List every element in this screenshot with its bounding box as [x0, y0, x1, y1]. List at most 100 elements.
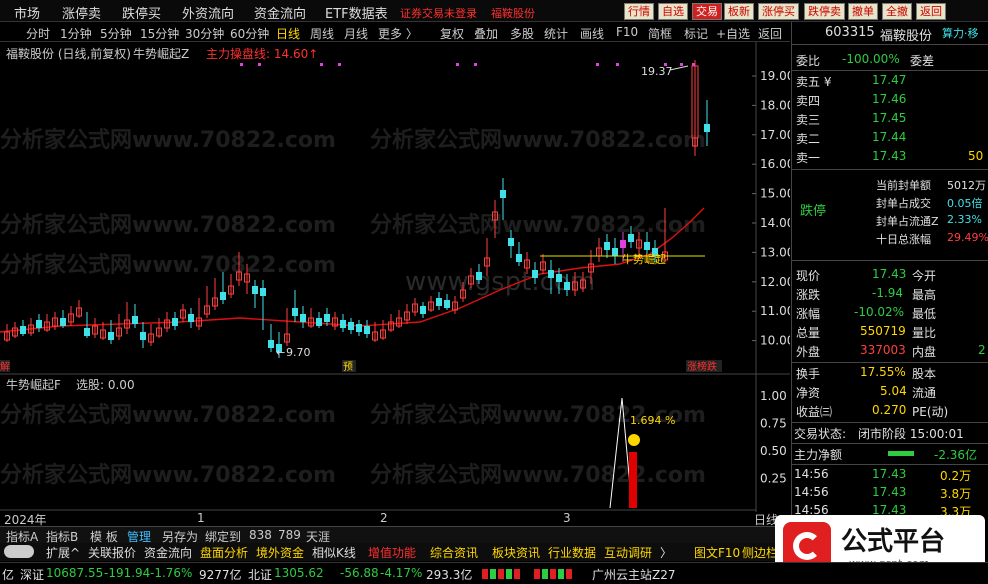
sub-tick-label: 0.50 [760, 444, 787, 458]
period-tab[interactable]: 周线 [310, 25, 334, 42]
x-label-2: 2 [380, 511, 388, 525]
ask1-vol: 50 [968, 149, 984, 163]
btn-limit-up-buy[interactable]: 涨停买 [758, 3, 799, 20]
candle-body [132, 316, 138, 324]
candle-body [172, 318, 178, 326]
tab-research[interactable]: 互动调研 [604, 544, 652, 561]
candle-body [476, 272, 482, 280]
stat2-label: 换手 [796, 367, 821, 381]
tool-f10[interactable]: F10 [616, 25, 638, 39]
y-tick-label: 14.00 [760, 216, 790, 230]
candle-body [356, 324, 362, 332]
ask1-price: 17.43 [872, 149, 907, 163]
kline-chart[interactable]: 分析家公式网www.70822.com 分析家公式网www.70822.com 分析… [0, 42, 790, 526]
btn-cancel-all[interactable]: 全撤 [882, 3, 912, 20]
candle-body [604, 242, 610, 250]
tab-overseas-fund[interactable]: 境外资金 [256, 544, 304, 561]
menu-market[interactable]: 市场 [14, 3, 40, 22]
y-tick-label: 19.00 [760, 69, 790, 83]
y-tick-label: 12.00 [760, 275, 790, 289]
btn-new-board[interactable]: 板新 [724, 3, 754, 20]
market-breadth-bars [534, 569, 574, 579]
pink-dot [474, 63, 477, 66]
candle-body [324, 314, 330, 322]
tab-fund-flow[interactable]: 资金流向 [144, 544, 192, 561]
candle-body [108, 332, 114, 340]
period-tab[interactable]: 30分钟 [185, 25, 224, 42]
tab-industry-data[interactable]: 行业数据 [548, 544, 596, 561]
tab-news[interactable]: 综合资讯 [430, 544, 478, 561]
tab-789[interactable]: 789 [278, 528, 301, 542]
period-more[interactable]: 更多 〉 [378, 25, 418, 42]
period-tab[interactable]: 月线 [344, 25, 368, 42]
tool-multi[interactable]: 多股 [510, 25, 534, 42]
status-prefix: 亿 [2, 568, 15, 582]
tool-overlay[interactable]: 叠加 [474, 25, 498, 42]
period-tab[interactable]: 15分钟 [140, 25, 179, 42]
tab-market-analysis[interactable]: 盘面分析 [200, 544, 248, 561]
pink-dot [456, 63, 459, 66]
menu-limit-down-buy[interactable]: 跌停买 [122, 3, 161, 22]
stat-value: 337003 [860, 343, 906, 357]
extension-tabs: 扩展^ 关联报价 资金流向 盘面分析 境外资金 相似K线 增值功能 综合资讯 板… [0, 543, 790, 561]
tab-value-added[interactable]: 增值功能 [368, 544, 416, 561]
stat-label: 今开 [912, 269, 937, 283]
period-tab[interactable]: 1分钟 [60, 25, 92, 42]
tab-related-quote[interactable]: 关联报价 [88, 544, 136, 561]
stat-label: 最高 [912, 288, 937, 302]
marker-right: 涨榜跌 [687, 360, 717, 373]
sub-tick-label: 0.25 [760, 472, 787, 486]
toggle-switch[interactable] [4, 545, 34, 558]
tool-add-watch[interactable]: +自选 [716, 25, 750, 42]
watermark-text: 分析家公式网www.70822.com [0, 127, 336, 153]
menu-limit-up-sell[interactable]: 涨停卖 [62, 3, 101, 22]
tool-stats[interactable]: 统计 [544, 25, 568, 42]
stat2-label: 流通 [912, 386, 937, 400]
net-bar [888, 451, 914, 456]
btn-limit-down-sell[interactable]: 跌停卖 [804, 3, 845, 20]
menu-foreign-flow[interactable]: 外资流向 [182, 3, 234, 22]
tool-back[interactable]: 返回 [758, 25, 782, 42]
tool-simple[interactable]: 简框 [648, 25, 672, 42]
period-tab[interactable]: 60分钟 [230, 25, 269, 42]
y-tick-label: 18.00 [760, 98, 790, 112]
btn-watchlist[interactable]: 自选 [658, 3, 688, 20]
candle-body [612, 248, 618, 256]
compute-tool[interactable]: 算力·移 [942, 25, 979, 41]
candle-body [140, 332, 146, 340]
candle-body [364, 326, 370, 334]
btn-back[interactable]: 返回 [916, 3, 946, 20]
watermark-text: 分析家公式网www.70822.com [370, 212, 706, 238]
tab-f10[interactable]: 图文F10 [694, 544, 740, 561]
tab-extend[interactable]: 扩展^ [46, 544, 80, 561]
stat-value: 550719 [860, 324, 906, 338]
candle-body [268, 340, 274, 348]
period-tab[interactable]: 5分钟 [100, 25, 132, 42]
pink-dot-markers [240, 63, 695, 66]
candle-body [444, 300, 450, 308]
high-label: 19.37 [641, 65, 673, 78]
tab-sector-news[interactable]: 板块资讯 [492, 544, 540, 561]
limit-row-label: 封单占成交 [876, 197, 931, 210]
stat-label: 最低 [912, 307, 937, 321]
tool-restore[interactable]: 复权 [440, 25, 464, 42]
btn-cancel[interactable]: 撤单 [848, 3, 878, 20]
period-tab-active[interactable]: 日线 [276, 25, 300, 42]
sz-value: 10687.55 [46, 566, 104, 580]
stat-label: 涨跌 [796, 288, 821, 302]
tab-sidebar[interactable]: 侧边栏 [742, 544, 778, 561]
tab-similar-kline[interactable]: 相似K线 [312, 544, 356, 561]
menu-etf[interactable]: ETF数据表 [325, 3, 388, 22]
net-label: 主力净额 [794, 448, 843, 462]
tool-mark[interactable]: 标记 [684, 25, 708, 42]
period-tab[interactable]: 分时 [26, 25, 50, 42]
tool-draw[interactable]: 画线 [580, 25, 604, 42]
watermark-text: 分析家公式网www.70822.com [0, 462, 336, 488]
tab-more[interactable]: 〉 [660, 544, 672, 561]
weicha-label: 委差 [910, 54, 935, 68]
server-name: 广州云主站Z27 [592, 568, 676, 582]
menu-fund-flow[interactable]: 资金流向 [254, 3, 306, 22]
tab-838[interactable]: 838 [249, 528, 272, 542]
btn-trade[interactable]: 交易 [692, 3, 722, 20]
btn-quote[interactable]: 行情 [624, 3, 654, 20]
